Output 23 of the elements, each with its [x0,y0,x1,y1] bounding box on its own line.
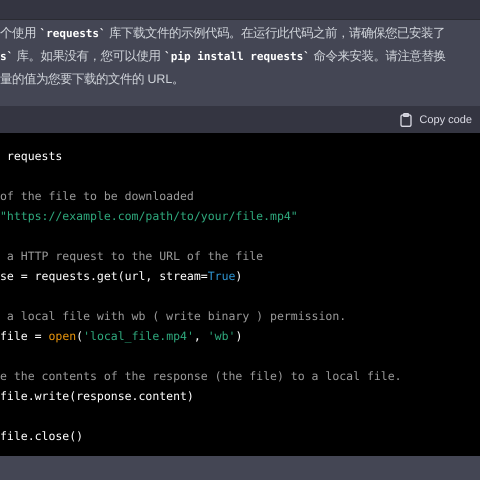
code-builtin: open [48,329,76,343]
message-text: 量的值为您要下载的文件的 URL。 [0,71,186,88]
message-text: 个使用 `requests` 库下载文件的示例代码。在运行此代码之前，请确保您已安装了 [0,25,446,42]
code-text: file.close() [0,429,84,443]
code-comment: a HTTP request to the URL of the file [6,249,264,263]
code-text: ) [235,329,242,343]
code-string: "https://example.com/path/to/your/file.mp4" [0,209,298,223]
code-keyword: True [208,269,236,283]
code-text: file = [0,329,43,343]
code-comment: a local file with wb ( write binary ) permission. [6,309,346,323]
message-text: s` 库。如果没有，您可以使用 `pip install requests` 命令来安装。请注意替换 [0,48,446,65]
clipboard-icon [400,112,412,126]
code-comment: of the file to be downloaded [0,189,194,203]
code-text: , [194,329,202,343]
code-string: 'local_file.mp4' [83,329,194,343]
code-string: 'wb' [208,329,236,343]
code-text: ( [76,329,84,343]
code-text: ) [235,269,242,283]
copy-code-button[interactable]: Copy code [400,110,472,128]
code-text: file.write(response.content) [0,389,194,403]
code-text: se = requests.get(url, stream= [0,269,208,283]
code-comment: e the contents of the response (the file) to a local file. [0,369,402,383]
code-text: requests [6,149,62,163]
